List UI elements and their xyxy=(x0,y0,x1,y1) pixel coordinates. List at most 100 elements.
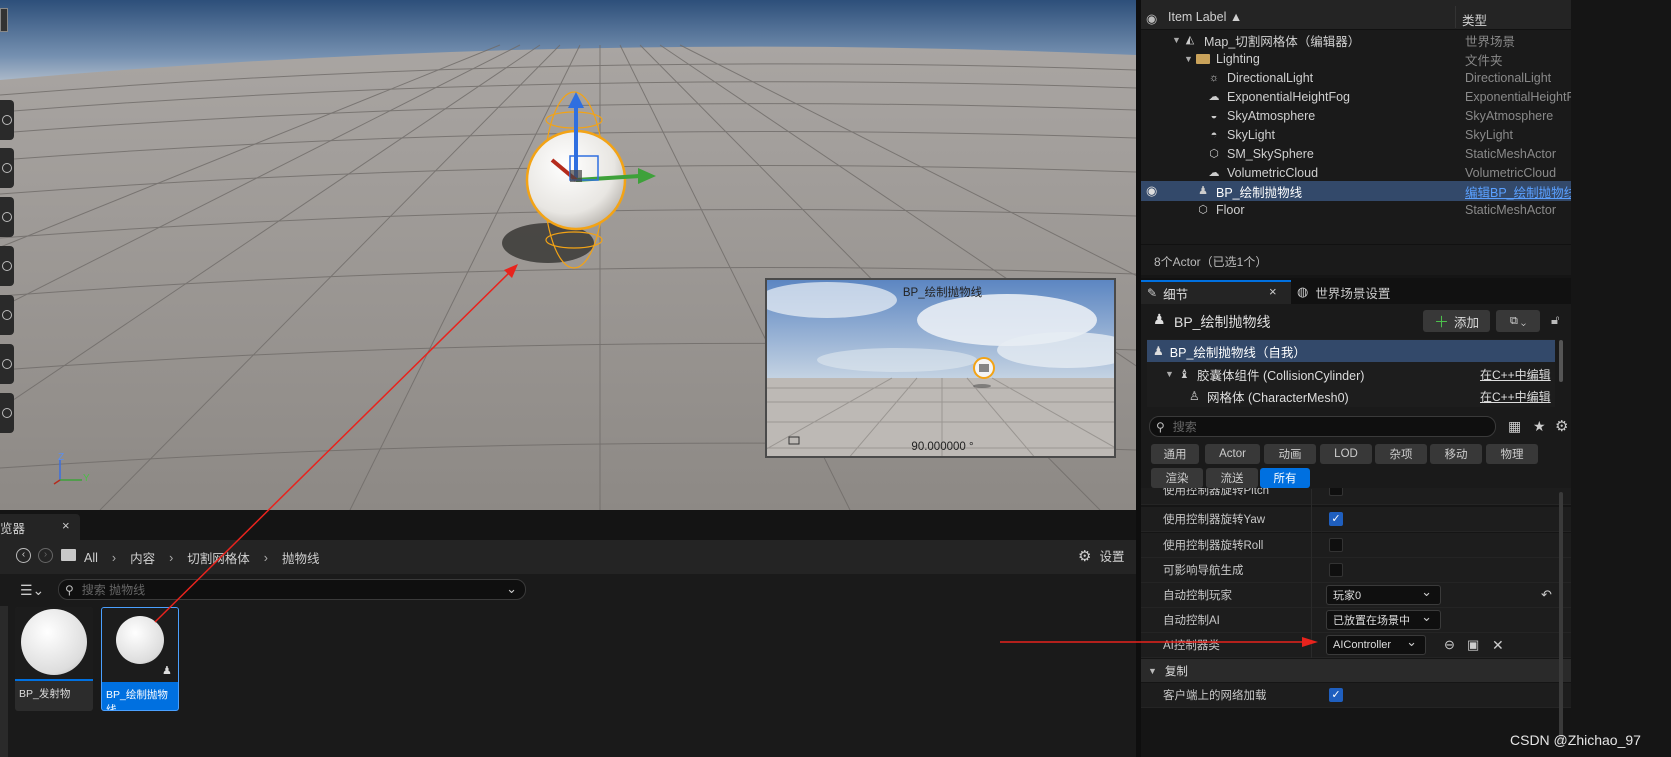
breadcrumb: All › 内容 › 切割网格体 › 抛物线 xyxy=(84,548,319,567)
camera-preview-title: BP_绘制抛物线 xyxy=(902,287,983,299)
viewport-tool-1[interactable] xyxy=(0,100,14,140)
skylight-icon: ◓ xyxy=(1210,129,1218,141)
outliner-row-directional-light[interactable]: ☼ DirectionalLight DirectionalLight xyxy=(1141,68,1571,88)
prop-row-roll: 使用控制器旋转Roll xyxy=(1141,533,1571,558)
asset-tile-bp-projectile[interactable]: BP_发射物 xyxy=(15,607,93,711)
viewport-tool-6[interactable] xyxy=(0,344,14,384)
star-icon[interactable]: ★ xyxy=(1533,418,1546,435)
forward-icon[interactable]: › xyxy=(38,548,53,563)
prop-checkbox[interactable]: ✓ xyxy=(1329,512,1343,526)
add-component-button[interactable]: ＋ 添加 xyxy=(1423,310,1490,332)
tab-world-settings[interactable]: ◍ 世界场景设置 xyxy=(1297,280,1457,304)
category-general[interactable]: 通用 xyxy=(1151,444,1199,464)
search-icon: ⚲ xyxy=(65,582,74,597)
details-search-input[interactable]: ⚲ 搜索 xyxy=(1149,416,1496,437)
edit-in-cpp-link[interactable]: 在C++中编辑 xyxy=(1480,388,1551,405)
prop-checkbox[interactable]: ✓ xyxy=(1329,688,1343,702)
chevron-down-icon[interactable]: ⌄ xyxy=(506,581,517,597)
outliner-row-map[interactable]: ▼ ◭ Map_切割网格体（编辑器） 世界场景 xyxy=(1141,30,1571,50)
viewport-tool-5[interactable] xyxy=(0,295,14,335)
outliner-row-bp-draw-parabola[interactable]: ◉ ♟ BP_绘制抛物线 编辑BP_绘制抛物线 xyxy=(1141,181,1571,201)
camera-preview: BP_绘制抛物线 90.000000 ° xyxy=(765,278,1116,458)
edit-blueprint-link[interactable]: 编辑BP_绘制抛物线 xyxy=(1465,182,1571,201)
details-scrollbar[interactable] xyxy=(1559,492,1563,742)
static-mesh-icon: ⬡ xyxy=(1198,204,1208,216)
component-row-mesh[interactable]: ♙ 网格体 (CharacterMesh0) 在C++中编辑 xyxy=(1147,385,1555,407)
prop-checkbox[interactable] xyxy=(1329,563,1343,577)
prop-checkbox[interactable] xyxy=(1329,488,1343,496)
settings-button[interactable]: ⚙ 设置 xyxy=(1078,546,1124,565)
category-actor[interactable]: Actor xyxy=(1205,444,1260,464)
component-label: 胶囊体组件 (CollisionCylinder) xyxy=(1197,368,1365,383)
category-all[interactable]: 所有 xyxy=(1260,468,1310,488)
category-rendering[interactable]: 渲染 xyxy=(1151,468,1203,488)
gear-icon[interactable]: ⚙ xyxy=(1555,417,1568,435)
breadcrumb-content[interactable]: 内容 xyxy=(130,548,155,567)
outliner-row-floor[interactable]: ⬡ Floor StaticMeshActor xyxy=(1141,200,1571,220)
breadcrumb-cut-mesh[interactable]: 切割网格体 xyxy=(187,548,250,567)
outliner-label: ExponentialHeightFog xyxy=(1227,90,1350,104)
search-icon: ⚲ xyxy=(1156,419,1165,434)
category-lod[interactable]: LOD xyxy=(1320,444,1372,464)
content-browser-tab[interactable]: 览器 × xyxy=(0,514,80,540)
outliner-row-skylight[interactable]: ◓ SkyLight SkyLight xyxy=(1141,125,1571,145)
tab-close-icon[interactable]: × xyxy=(1269,284,1277,299)
blueprint-options-button[interactable]: ⧉ ⌄ xyxy=(1496,310,1540,332)
viewport-tool-7[interactable] xyxy=(0,393,14,433)
outliner-row-volumetric-cloud[interactable]: ☁ VolumetricCloud VolumetricCloud xyxy=(1141,163,1571,183)
section-replication[interactable]: ▼ 复制 xyxy=(1141,659,1571,682)
visibility-eye-icon[interactable]: ◉ xyxy=(1146,183,1157,199)
filter-icon[interactable]: ☰⌄ xyxy=(20,582,44,599)
category-physics[interactable]: 物理 xyxy=(1486,444,1538,464)
reset-arrow-icon[interactable]: ↶ xyxy=(1541,587,1552,603)
category-movement[interactable]: 移动 xyxy=(1430,444,1482,464)
use-selected-icon[interactable]: ⊖ xyxy=(1444,637,1455,653)
component-row-capsule[interactable]: ▼ ♝ 胶囊体组件 (CollisionCylinder) 在C++中编辑 xyxy=(1147,363,1555,385)
column-item-label[interactable]: Item Label ▲ xyxy=(1168,10,1242,24)
prop-checkbox[interactable] xyxy=(1329,538,1343,552)
cloud-icon: ☁ xyxy=(1208,167,1220,179)
category-misc[interactable]: 杂项 xyxy=(1375,444,1427,464)
asset-tile-bp-draw-parabola[interactable]: ♟ BP_绘制抛物线 xyxy=(101,607,179,711)
level-viewport[interactable]: Z Y BP_绘制抛物线 90.000000 ° xyxy=(0,0,1136,510)
viewport-tool-4[interactable] xyxy=(0,246,14,286)
component-row-self[interactable]: ♟ BP_绘制抛物线（自我） xyxy=(1147,340,1555,362)
expand-arrow-icon[interactable]: ▼ xyxy=(1165,369,1174,379)
auto-possess-player-select[interactable]: 玩家0 xyxy=(1326,584,1441,605)
outliner-row-sky-sphere[interactable]: ⬡ SM_SkySphere StaticMeshActor xyxy=(1141,144,1571,164)
combo-value: 已放置在场景中 xyxy=(1333,615,1410,627)
clear-icon[interactable]: ✕ xyxy=(1492,637,1504,654)
content-search-input[interactable]: ⚲ 搜索 抛物线 ⌄ xyxy=(58,579,526,600)
back-icon[interactable]: ‹ xyxy=(16,548,31,563)
viewport-tool-2[interactable] xyxy=(0,148,14,188)
outliner-row-lighting[interactable]: ▼ Lighting 文件夹 xyxy=(1141,49,1571,69)
expand-arrow-icon[interactable]: ▼ xyxy=(1172,35,1181,45)
prop-label: 使用控制器旋转Yaw xyxy=(1163,514,1266,526)
table-view-icon[interactable]: ▦ xyxy=(1508,418,1521,435)
breadcrumb-all[interactable]: All xyxy=(84,551,98,565)
auto-possess-ai-select[interactable]: 已放置在场景中 xyxy=(1326,609,1441,630)
category-animation[interactable]: 动画 xyxy=(1264,444,1316,464)
ai-controller-class-select[interactable]: AIController xyxy=(1326,634,1426,655)
viewport-tool-3[interactable] xyxy=(0,197,14,237)
category-streaming[interactable]: 流送 xyxy=(1206,468,1258,488)
asset-thumbnail xyxy=(116,616,164,664)
outliner-type: VolumetricCloud xyxy=(1465,166,1557,180)
lock-icon[interactable]: 🔓︎ xyxy=(1551,312,1559,328)
expand-arrow-icon[interactable]: ▼ xyxy=(1184,54,1193,64)
world-outliner: ◉ Item Label ▲ 类型 ▼ ◭ Map_切割网格体（编辑器） 世界场… xyxy=(1141,0,1571,275)
outliner-type: 世界场景 xyxy=(1465,34,1516,49)
components-scrollbar[interactable] xyxy=(1559,340,1563,382)
prop-row-yaw: 使用控制器旋转Yaw ✓ xyxy=(1141,507,1571,532)
breadcrumb-parabola[interactable]: 抛物线 xyxy=(282,548,320,567)
tab-close-icon[interactable]: × xyxy=(62,518,70,533)
edit-in-cpp-link[interactable]: 在C++中编辑 xyxy=(1480,366,1551,383)
browse-folder-icon[interactable]: ▣ xyxy=(1467,637,1479,653)
pawn-icon: ♟ xyxy=(1153,311,1166,327)
outliner-row-sky-atmosphere[interactable]: ◒ SkyAtmosphere SkyAtmosphere xyxy=(1141,106,1571,126)
prop-row-ai-controller-class: AI控制器类 AIController ⊖ ▣ ✕ xyxy=(1141,633,1571,658)
column-type[interactable]: 类型 xyxy=(1462,10,1487,29)
tab-details[interactable]: ✎ 细节 × xyxy=(1141,280,1291,304)
outliner-row-fog[interactable]: ☁ ExponentialHeightFog ExponentialHeight… xyxy=(1141,87,1572,107)
viewport-menu-icon[interactable] xyxy=(0,8,8,32)
